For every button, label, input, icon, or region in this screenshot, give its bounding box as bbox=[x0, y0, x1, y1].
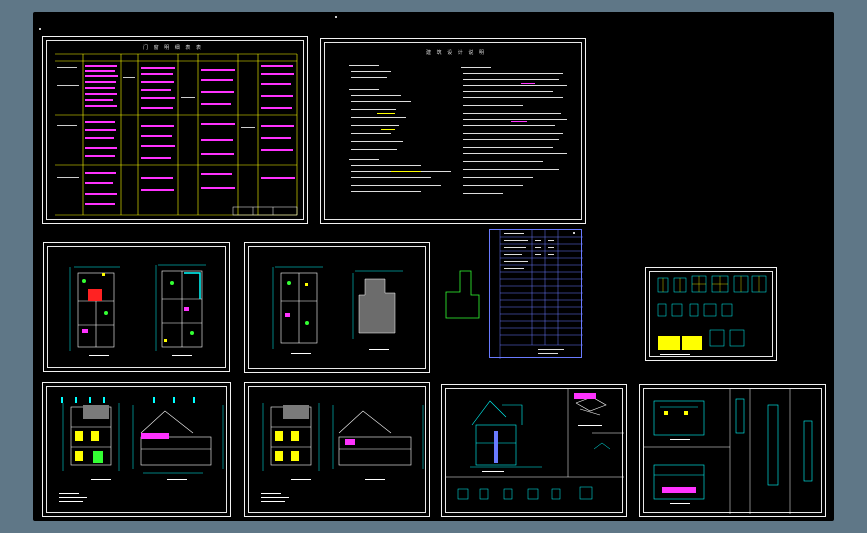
floor-plan-graphic bbox=[69, 264, 206, 356]
sheet-drawing-index[interactable] bbox=[489, 229, 583, 359]
section-fill bbox=[141, 433, 169, 439]
notes-text-graphic bbox=[349, 65, 567, 194]
roof-plan-fill bbox=[358, 278, 396, 334]
drawing-mark bbox=[39, 28, 41, 30]
red-room-fill bbox=[88, 289, 102, 301]
drawing-mark bbox=[335, 16, 337, 18]
sheet-design-notes[interactable]: 建 筑 设 计 说 明 bbox=[320, 38, 586, 224]
sheet-elevation-1[interactable] bbox=[42, 382, 231, 517]
sheet-door-window-schedule[interactable]: 门 窗 明 细 表 表 bbox=[42, 36, 308, 224]
sheet-floor-plans-1[interactable] bbox=[43, 242, 230, 372]
schedule-table-graphic bbox=[55, 53, 298, 216]
index-table-graphic bbox=[499, 230, 583, 359]
drawing-mark bbox=[573, 232, 575, 234]
sheet-elevation-2[interactable] bbox=[244, 382, 430, 517]
sheet-floor-plans-2[interactable] bbox=[244, 242, 430, 373]
floor-plan-graphic bbox=[272, 266, 403, 354]
legend-block bbox=[658, 336, 680, 350]
section-fill bbox=[662, 487, 696, 493]
elevation-graphic bbox=[261, 403, 424, 502]
sheet-detail-sections[interactable] bbox=[639, 384, 826, 517]
legend-block bbox=[682, 336, 702, 350]
sheet-section-stair[interactable] bbox=[441, 384, 627, 517]
sheet-window-details[interactable] bbox=[645, 267, 777, 361]
drawing-canvas[interactable]: 门 窗 明 细 表 表 建 筑 设 计 说 明 bbox=[33, 12, 834, 521]
detail-graphic bbox=[644, 389, 813, 514]
roof-fill bbox=[83, 405, 109, 419]
section-graphic bbox=[446, 389, 624, 500]
window-elevations-graphic bbox=[657, 275, 767, 355]
elevation-graphic bbox=[59, 397, 224, 502]
